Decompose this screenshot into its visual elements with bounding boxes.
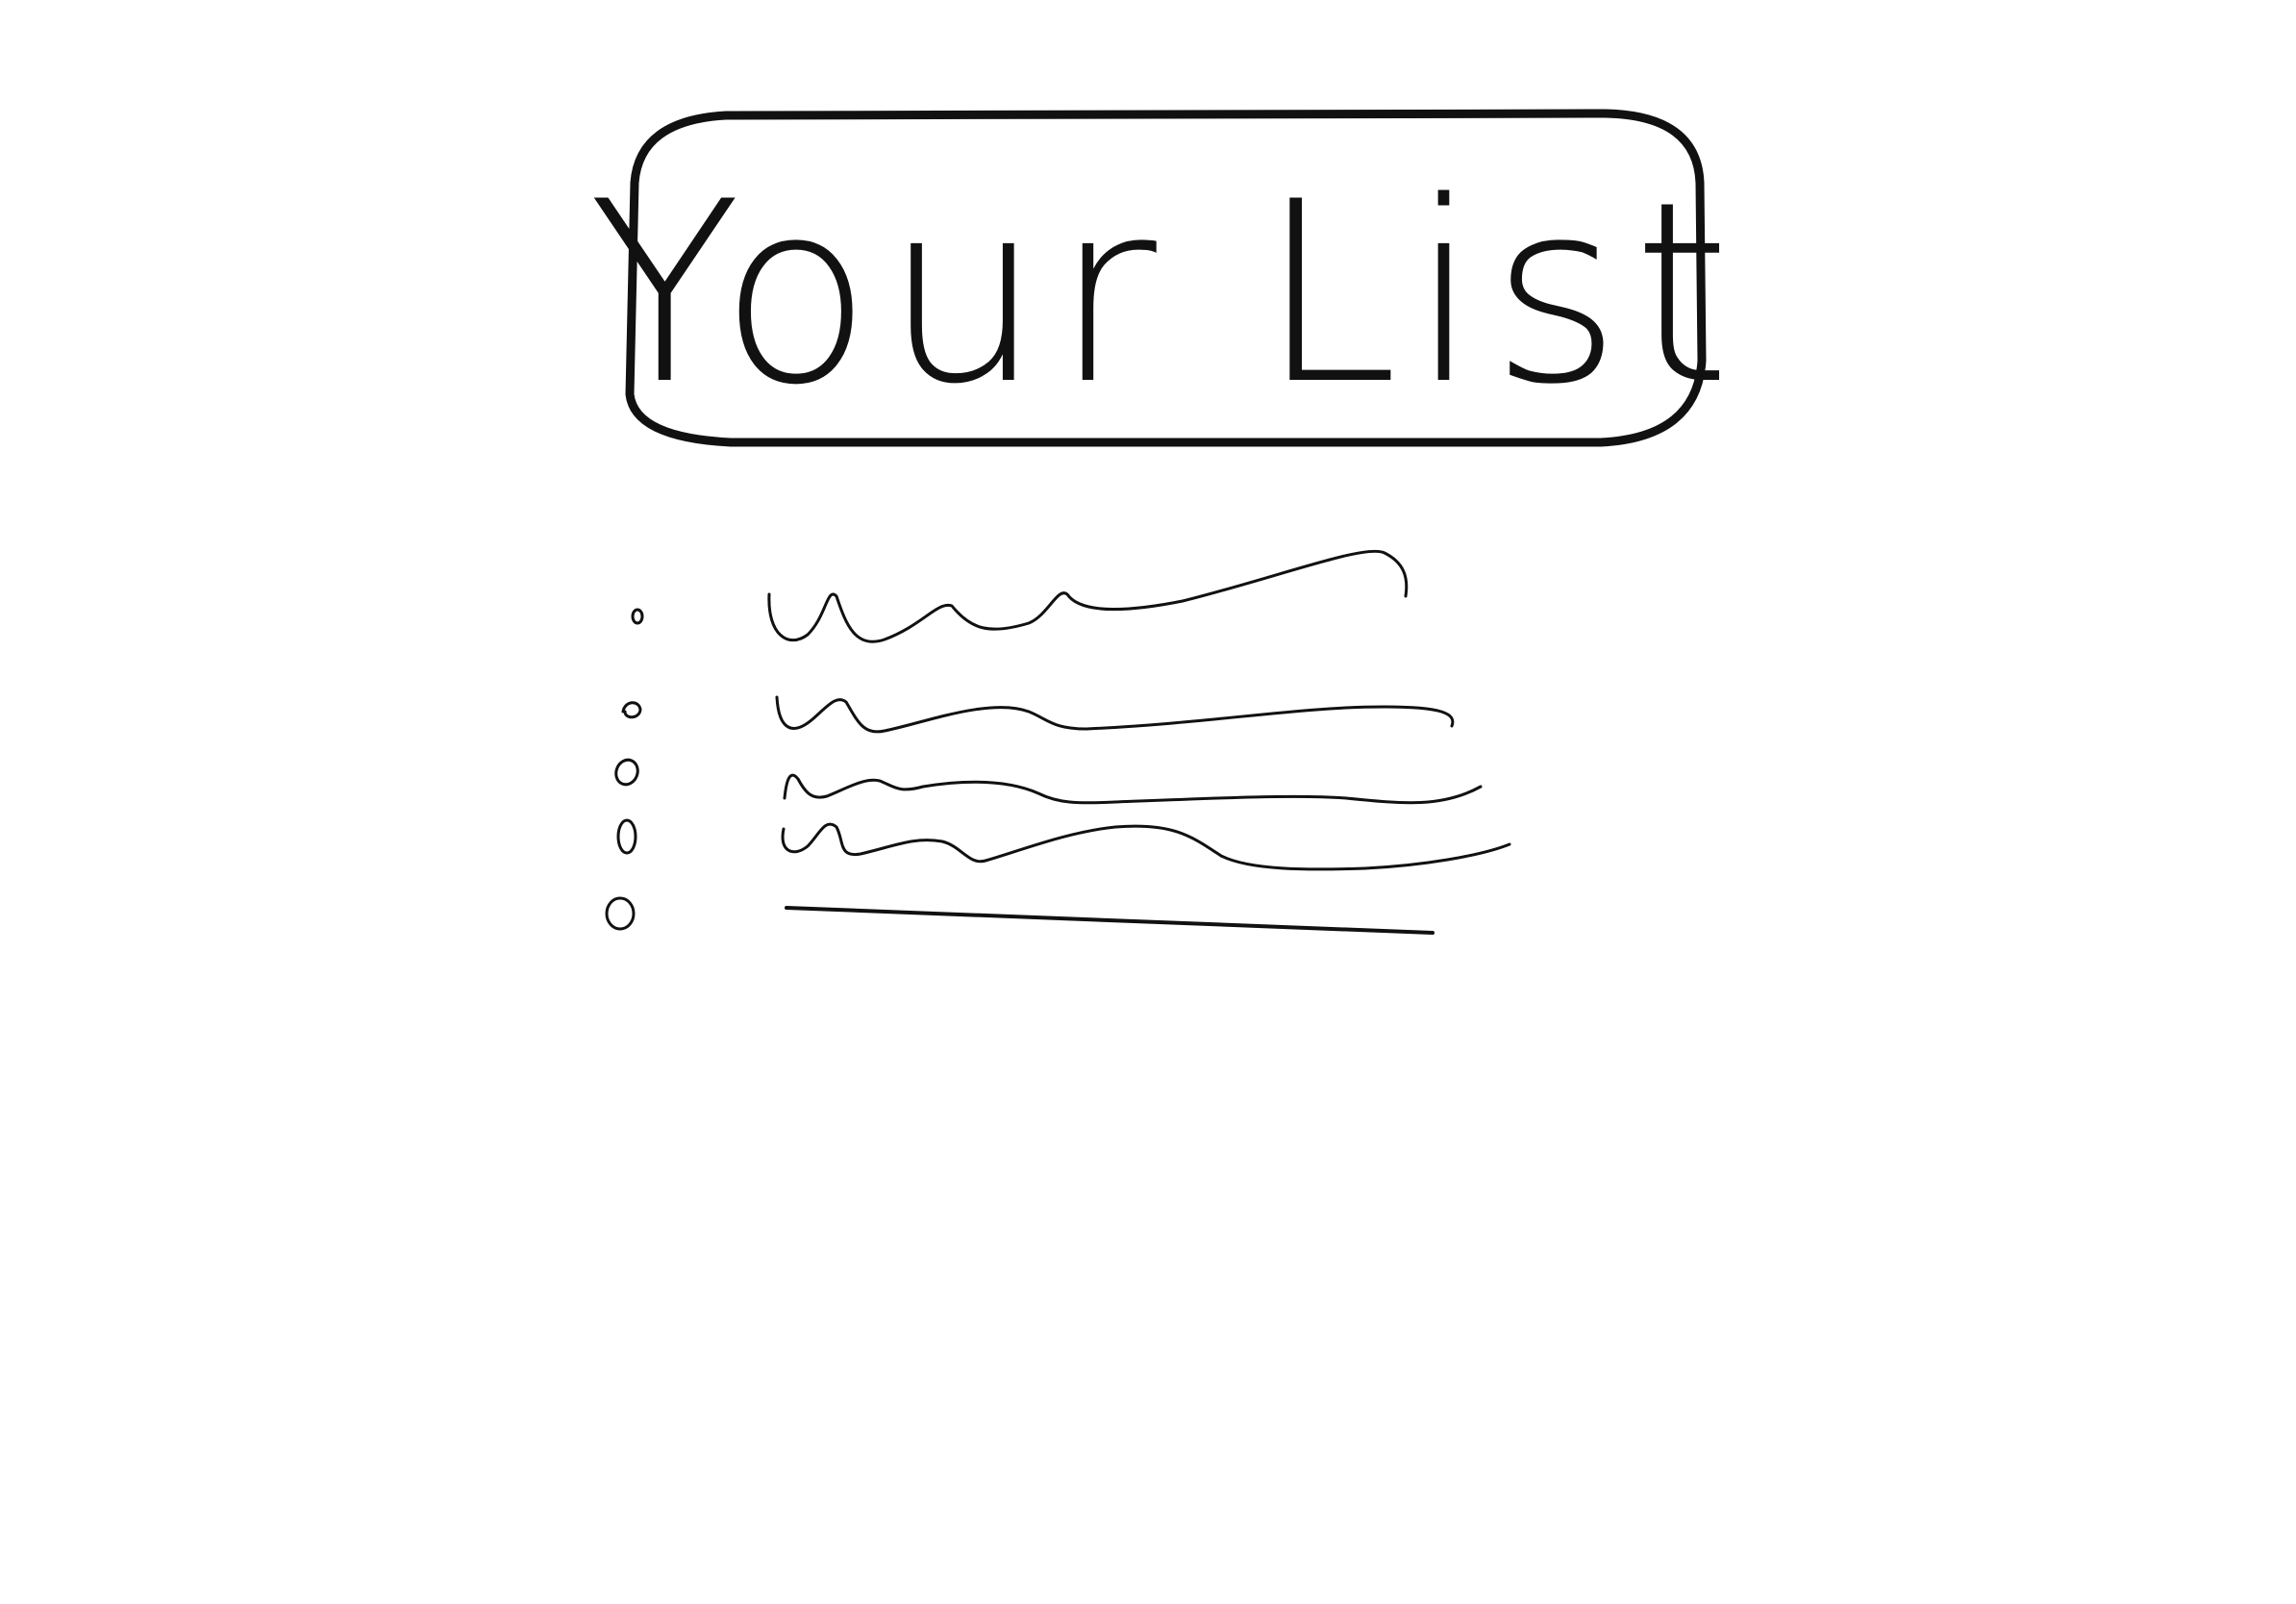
placeholder-text-line xyxy=(767,549,1409,643)
placeholder-text-line xyxy=(781,822,1511,871)
list-item[interactable] xyxy=(616,818,1511,871)
page-title: Your List xyxy=(588,149,1742,439)
list-item[interactable] xyxy=(631,549,1409,643)
wireframe-canvas: Your List xyxy=(588,109,1742,935)
list-item[interactable] xyxy=(621,695,1455,734)
bullet-icon xyxy=(605,896,636,931)
placeholder-text-line xyxy=(783,773,1483,805)
list-item[interactable] xyxy=(605,896,1435,935)
placeholder-text-line xyxy=(785,906,1435,935)
bullet-icon xyxy=(631,608,644,625)
bullet-icon xyxy=(621,701,642,719)
list-item[interactable] xyxy=(612,757,1483,805)
bullet-icon xyxy=(614,758,639,787)
bullet-icon xyxy=(616,818,637,855)
header-box: Your List xyxy=(588,109,1742,447)
item-list xyxy=(605,549,1511,935)
placeholder-text-line xyxy=(775,695,1455,734)
